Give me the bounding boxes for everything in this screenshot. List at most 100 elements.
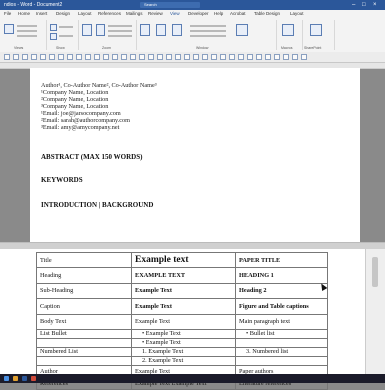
window-title: ndios - Word - Document2 xyxy=(4,2,63,8)
tab-insert[interactable]: Insert xyxy=(36,10,47,18)
table-cell[interactable]: 2. Example Text xyxy=(131,355,236,366)
zoom-out-icon[interactable] xyxy=(292,54,298,60)
styles-icon[interactable] xyxy=(247,54,253,60)
table-cell[interactable]: Title xyxy=(36,251,132,269)
tab-layout[interactable]: Layout xyxy=(78,10,92,18)
table-cell[interactable]: • Example Text xyxy=(131,328,236,339)
macros-icon[interactable] xyxy=(282,24,294,36)
bullets-icon[interactable] xyxy=(112,54,118,60)
highlight-icon[interactable] xyxy=(184,54,190,60)
tab-mailings[interactable]: Mailings xyxy=(126,10,143,18)
insert-comment-icon[interactable] xyxy=(211,54,217,60)
read-mode-icon[interactable] xyxy=(4,24,14,34)
vertical-scrollbar[interactable] xyxy=(365,249,385,374)
table-cell[interactable]: Example text xyxy=(131,251,236,269)
arrange-all-icon[interactable] xyxy=(156,24,166,36)
show-marks-icon[interactable] xyxy=(238,54,244,60)
font-color-icon[interactable] xyxy=(175,54,181,60)
tab-acrobat[interactable]: Acrobat xyxy=(230,10,246,18)
table-cell[interactable]: Caption xyxy=(36,298,132,315)
explorer-icon[interactable] xyxy=(13,376,18,381)
redo-icon[interactable] xyxy=(13,54,19,60)
indent-icon[interactable] xyxy=(130,54,136,60)
ribbon-group-window: Window xyxy=(136,20,277,50)
table-cell[interactable] xyxy=(235,337,328,348)
find-icon[interactable] xyxy=(256,54,262,60)
app-icon[interactable] xyxy=(31,376,36,381)
underline-icon[interactable] xyxy=(67,54,73,60)
align-center-icon[interactable] xyxy=(85,54,91,60)
save-icon[interactable] xyxy=(22,54,28,60)
table-cell[interactable]: Example Text xyxy=(131,282,236,300)
outdent-icon[interactable] xyxy=(139,54,145,60)
table-cell[interactable]: Heading 2 xyxy=(235,282,328,300)
undo-icon[interactable] xyxy=(4,54,10,60)
ruler-checkbox-icon[interactable] xyxy=(50,24,57,31)
shading-icon[interactable] xyxy=(166,54,172,60)
minimize-icon[interactable]: – xyxy=(352,0,355,10)
100-percent-icon[interactable] xyxy=(96,24,105,36)
document-page-top[interactable]: Author¹, Co-Author Name², Co-Author Name… xyxy=(30,68,360,242)
table-cell[interactable]: Figure and Table captions xyxy=(235,298,328,315)
customize-icon[interactable] xyxy=(301,54,307,60)
zoom-icon[interactable] xyxy=(82,24,92,36)
new-window-icon[interactable] xyxy=(140,24,150,36)
tab-table-layout[interactable]: Layout xyxy=(290,10,304,18)
word-icon[interactable] xyxy=(22,376,27,381)
close-icon[interactable]: × xyxy=(373,0,377,10)
tab-home[interactable]: Home xyxy=(18,10,30,18)
table-cell[interactable]: List Bullet xyxy=(36,328,132,339)
tab-table-design[interactable]: Table Design xyxy=(254,10,280,18)
table-cell[interactable]: Example Text xyxy=(131,298,236,315)
table-cell[interactable] xyxy=(235,355,328,366)
zoom-in-icon[interactable] xyxy=(283,54,289,60)
bold-icon[interactable] xyxy=(49,54,55,60)
replace-icon[interactable] xyxy=(265,54,271,60)
table-cell[interactable]: • Bullet list xyxy=(235,328,328,339)
table-cell[interactable] xyxy=(36,337,132,348)
table-cell[interactable]: Body Text xyxy=(36,313,132,330)
align-right-icon[interactable] xyxy=(94,54,100,60)
table-cell[interactable]: EXAMPLE TEXT xyxy=(131,267,236,284)
tab-design[interactable]: Design xyxy=(56,10,70,18)
tab-review[interactable]: Review xyxy=(148,10,163,18)
select-icon[interactable] xyxy=(274,54,280,60)
table-cell[interactable] xyxy=(36,355,132,366)
start-icon[interactable] xyxy=(4,376,9,381)
justify-icon[interactable] xyxy=(103,54,109,60)
tab-help[interactable]: Help xyxy=(214,10,223,18)
table-icon[interactable] xyxy=(148,54,154,60)
spelling-icon[interactable] xyxy=(220,54,226,60)
search-box[interactable]: Search xyxy=(140,2,200,8)
table-cell[interactable]: 1. Example Text xyxy=(131,346,236,357)
table-cell[interactable]: Example Text xyxy=(131,313,236,330)
maximize-icon[interactable]: □ xyxy=(362,0,366,10)
tab-developer[interactable]: Developer xyxy=(188,10,209,18)
italic-icon[interactable] xyxy=(58,54,64,60)
tab-file[interactable]: File xyxy=(4,10,11,18)
table-cell[interactable]: 3. Numbered list xyxy=(235,346,328,357)
table-cell[interactable]: Heading xyxy=(36,267,132,284)
table-cell[interactable]: Numbered List xyxy=(36,346,132,357)
ribbon-group-macros: Macros xyxy=(276,20,303,50)
ribbon-label-zoom: Zoom xyxy=(102,46,111,50)
switch-windows-icon[interactable] xyxy=(236,24,248,36)
print-icon[interactable] xyxy=(31,54,37,60)
table-cell[interactable]: Sub-Heading xyxy=(36,282,132,300)
tab-references[interactable]: References xyxy=(98,10,121,18)
borders-icon[interactable] xyxy=(157,54,163,60)
table-cell[interactable]: HEADING 1 xyxy=(235,267,328,284)
insert-link-icon[interactable] xyxy=(202,54,208,60)
track-changes-icon[interactable] xyxy=(229,54,235,60)
split-icon[interactable] xyxy=(172,24,182,36)
insert-picture-icon[interactable] xyxy=(193,54,199,60)
table-cell[interactable]: PAPER TITLE xyxy=(235,251,328,269)
properties-icon[interactable] xyxy=(310,24,322,36)
scroll-thumb[interactable] xyxy=(372,257,378,287)
table-cell[interactable]: • Example Text xyxy=(131,337,236,348)
numbering-icon[interactable] xyxy=(121,54,127,60)
align-left-icon[interactable] xyxy=(76,54,82,60)
gridlines-checkbox-icon[interactable] xyxy=(50,33,57,40)
format-painter-icon[interactable] xyxy=(40,54,46,60)
table-cell[interactable]: Main paragraph text xyxy=(235,313,328,330)
